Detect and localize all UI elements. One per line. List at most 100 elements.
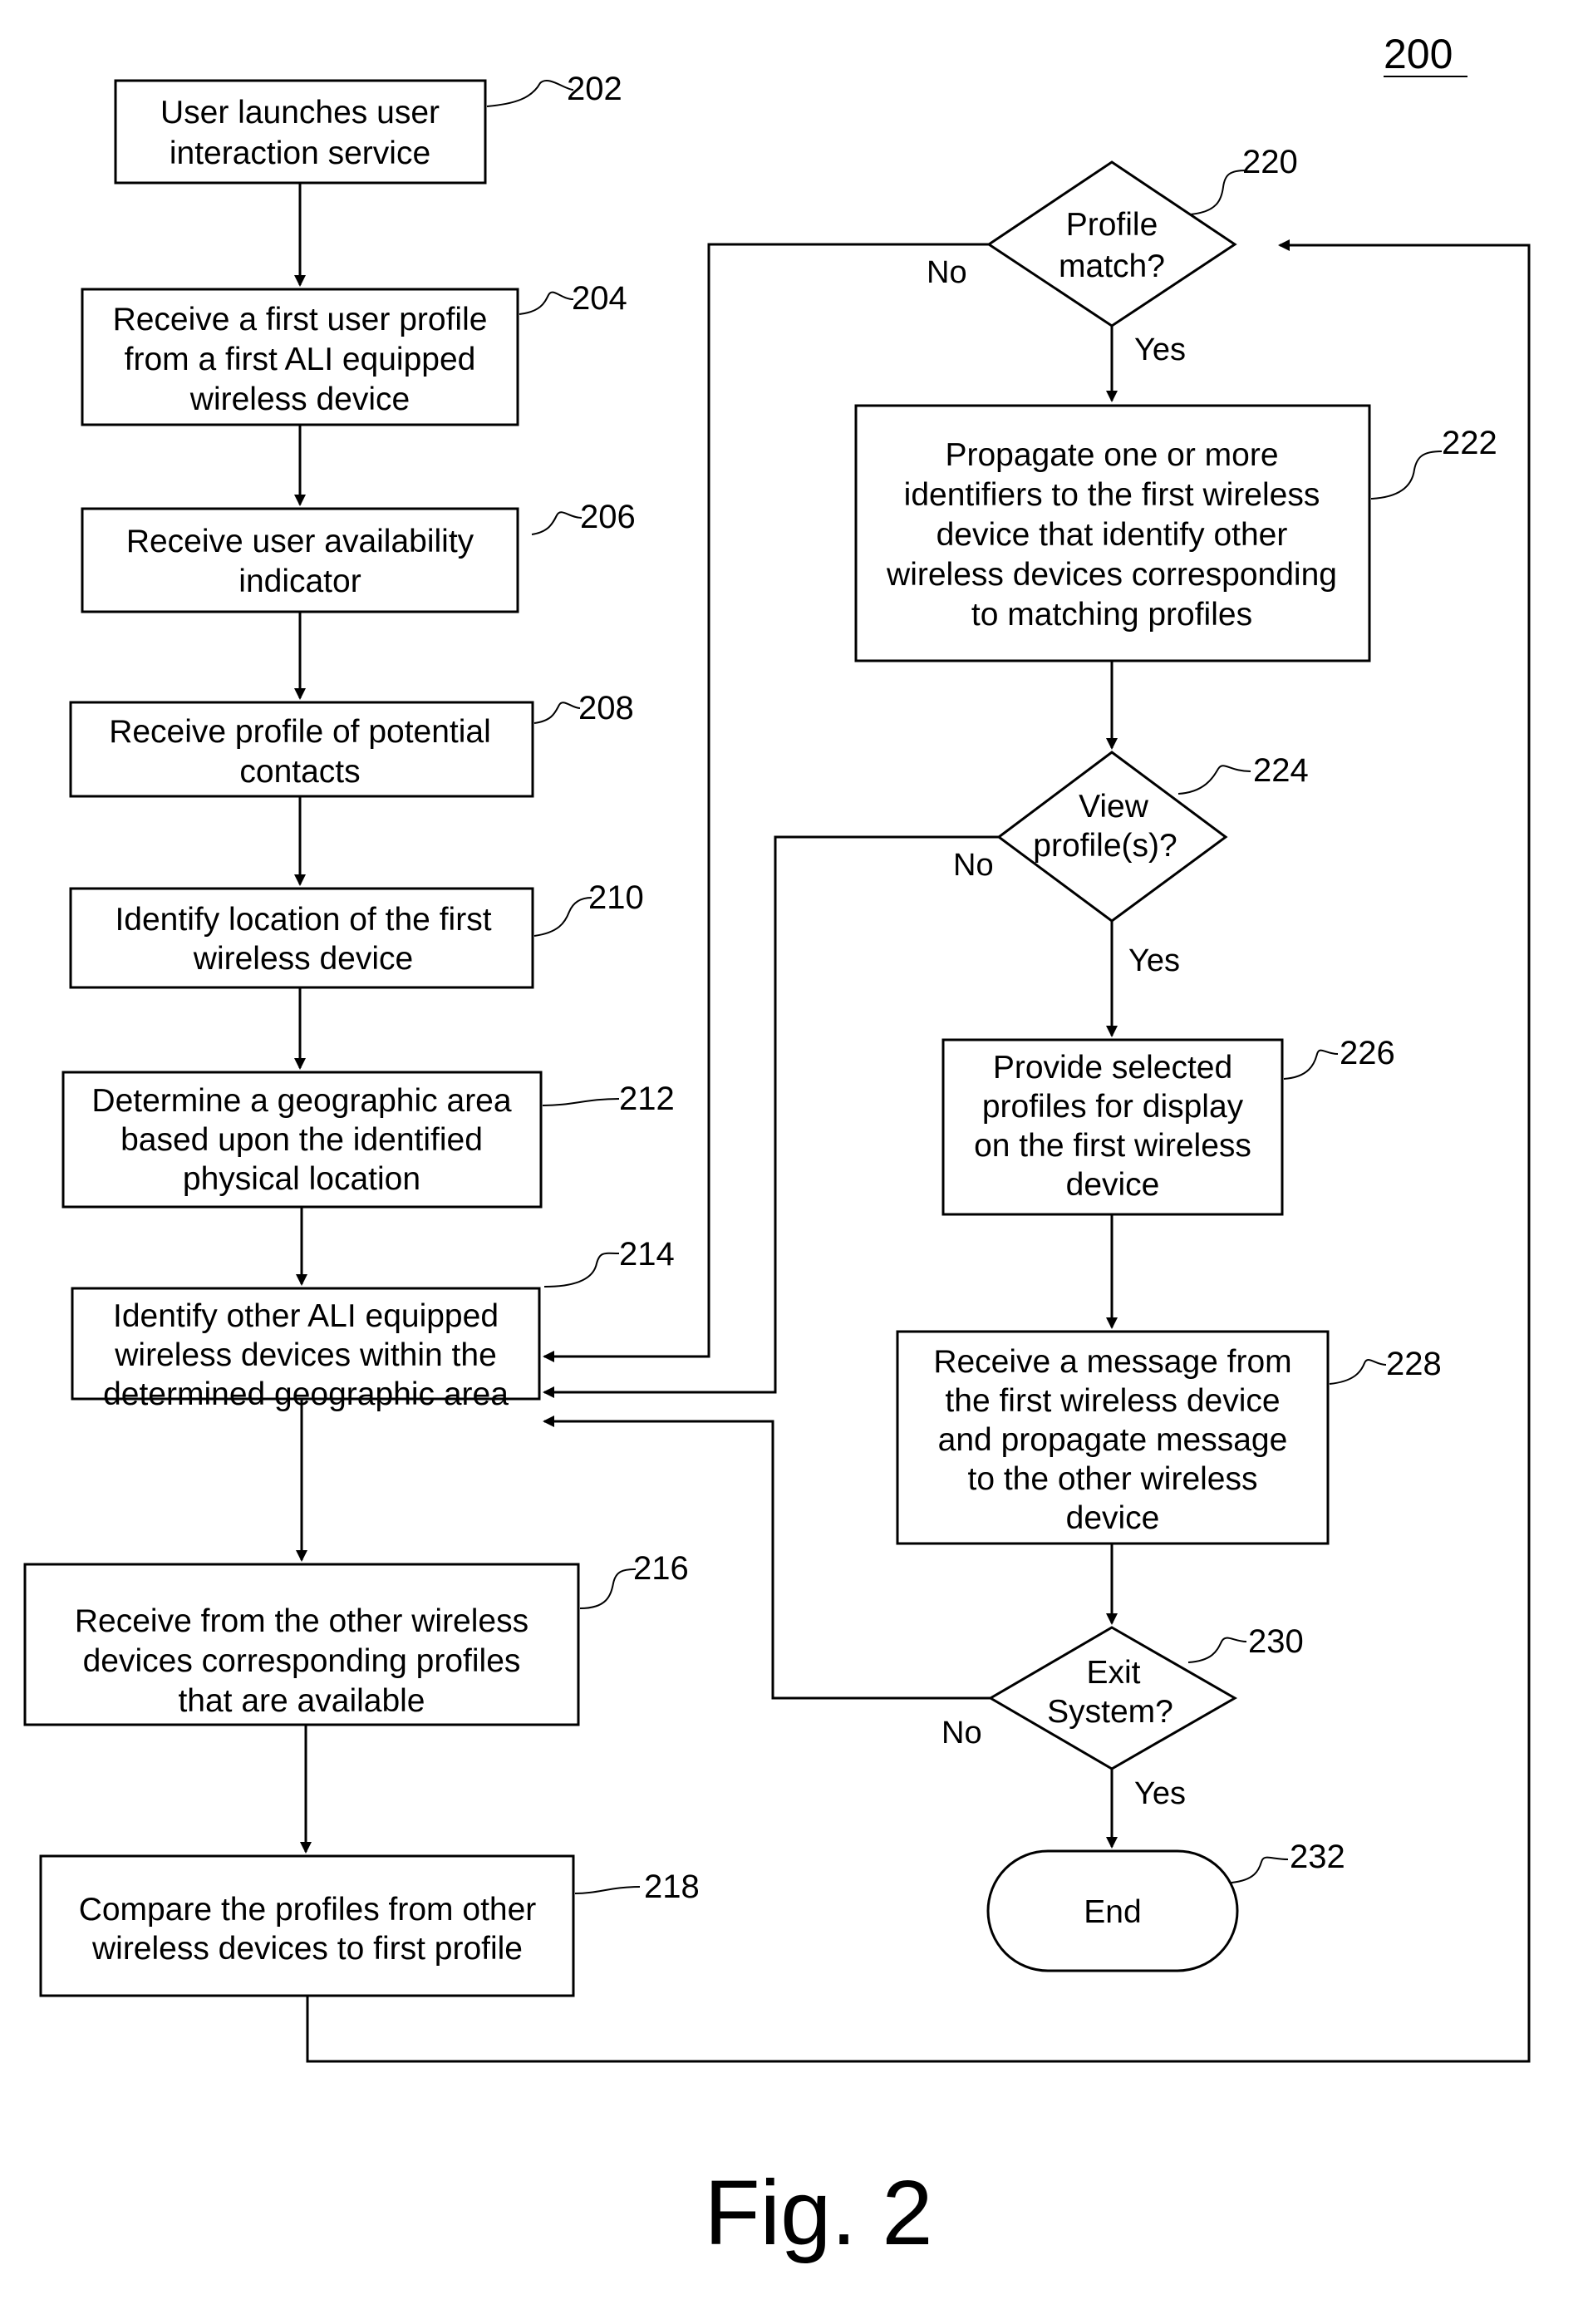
node-text: contacts (239, 754, 360, 790)
node-text: Compare the profiles from other (79, 1892, 537, 1928)
node-text: device that identify other (937, 517, 1288, 553)
leader-204 (519, 291, 574, 315)
node-text: User launches user (160, 95, 440, 130)
edge-label-yes: Yes (1128, 943, 1180, 978)
leader-206 (531, 511, 583, 535)
node-214: Identify other ALI equipped wireless dev… (71, 1287, 541, 1412)
node-204: Receive a first user profile from a firs… (81, 288, 519, 426)
leader-230 (1187, 1637, 1247, 1663)
node-text: that are available (178, 1683, 425, 1719)
leader-226 (1283, 1049, 1339, 1080)
node-226: Provide selected profiles for display on… (941, 1038, 1284, 1216)
node-232: End (986, 1849, 1239, 1972)
node-text: profiles for display (982, 1089, 1244, 1125)
node-text: End (1084, 1894, 1141, 1930)
node-text: Identify location of the first (115, 902, 491, 938)
node-text: profile(s)? (1033, 828, 1177, 864)
edge-label-no: No (927, 255, 967, 290)
node-228: Receive a message from the first wireles… (896, 1330, 1330, 1545)
ref-230: 230 (1248, 1623, 1304, 1660)
node-212: Determine a geographic area based upon t… (61, 1071, 543, 1209)
node-text: Receive a first user profile (113, 302, 488, 337)
ref-202: 202 (567, 71, 622, 107)
node-text: and propagate message (938, 1422, 1288, 1458)
diagram-number: 200 (1384, 31, 1453, 77)
node-218: Compare the profiles from other wireless… (39, 1854, 575, 1997)
node-text: Receive user availability (126, 524, 474, 559)
ref-224: 224 (1253, 752, 1309, 789)
leader-216 (579, 1568, 637, 1609)
ref-212: 212 (619, 1081, 675, 1117)
edge-label-no: No (941, 1716, 982, 1750)
figure-caption: Fig. 2 (704, 2162, 932, 2264)
node-230: Exit System? (988, 1626, 1238, 1770)
node-text: to matching profiles (971, 597, 1252, 633)
node-text: Profile (1066, 207, 1158, 243)
node-206: Receive user availability indicator (81, 507, 519, 613)
node-text: device (1066, 1167, 1160, 1203)
node-text: Exit (1086, 1655, 1140, 1691)
node-216: Receive from the other wireless devices … (23, 1563, 580, 1726)
node-text: Receive a message from (933, 1344, 1291, 1380)
node-text: Receive from the other wireless (75, 1603, 528, 1639)
node-text: determined geographic area (103, 1376, 509, 1412)
edge-label-yes: Yes (1134, 1776, 1186, 1811)
node-text: Determine a geographic area (91, 1083, 511, 1119)
leader-228 (1329, 1359, 1387, 1385)
node-text: match? (1059, 249, 1165, 284)
leader-220 (1189, 170, 1247, 215)
node-222: Propagate one or more identifiers to the… (854, 404, 1371, 662)
node-text: to the other wireless (967, 1461, 1257, 1497)
leader-212 (542, 1098, 620, 1106)
ref-232: 232 (1290, 1839, 1345, 1875)
node-text: wireless device (189, 382, 410, 417)
node-220: Profile match? (986, 160, 1237, 327)
node-text: View (1079, 789, 1149, 825)
edge-label-yes: Yes (1134, 332, 1186, 367)
leader-214 (543, 1252, 620, 1288)
ref-226: 226 (1340, 1035, 1395, 1071)
ref-214: 214 (619, 1236, 675, 1273)
node-text: devices corresponding profiles (83, 1643, 521, 1679)
ref-218: 218 (644, 1869, 700, 1905)
leader-222 (1370, 451, 1443, 500)
node-text: Receive profile of potential (109, 714, 491, 750)
node-text: Propagate one or more (945, 437, 1278, 473)
node-text: indicator (238, 564, 361, 599)
ref-228: 228 (1386, 1346, 1442, 1382)
node-224: View profile(s)? (996, 751, 1228, 923)
node-text: identifiers to the first wireless (904, 477, 1320, 513)
ref-208: 208 (578, 690, 634, 726)
ref-206: 206 (580, 499, 636, 535)
node-text: wireless devices within the (114, 1337, 497, 1373)
edge-label-no: No (953, 848, 994, 883)
leader-208 (533, 702, 581, 724)
node-text: wireless device (193, 941, 413, 977)
node-text: device (1066, 1500, 1160, 1536)
flowchart: 200 User launches user interaction servi… (23, 31, 1531, 2264)
arrow-224-no-214 (543, 835, 999, 1398)
leader-224 (1177, 765, 1251, 795)
node-208: Receive profile of potential contacts (69, 701, 534, 798)
node-text: wireless devices to first profile (91, 1931, 523, 1967)
leader-218 (574, 1886, 641, 1894)
node-text: the first wireless device (945, 1383, 1280, 1419)
node-text: interaction service (170, 135, 430, 171)
node-text: Provide selected (993, 1050, 1232, 1086)
node-210: Identify location of the first wireless … (69, 887, 534, 989)
node-text: Identify other ALI equipped (113, 1298, 499, 1334)
ref-222: 222 (1442, 425, 1497, 461)
node-text: based upon the identified (120, 1122, 483, 1158)
node-text: from a first ALI equipped (125, 342, 476, 377)
leader-232 (1231, 1856, 1289, 1883)
ref-216: 216 (633, 1550, 689, 1587)
leader-202 (486, 80, 574, 107)
leader-210 (533, 897, 592, 937)
node-text: wireless devices corresponding (886, 557, 1337, 593)
ref-210: 210 (588, 879, 644, 916)
node-text: on the first wireless (974, 1128, 1251, 1164)
ref-220: 220 (1242, 144, 1298, 180)
node-text: physical location (183, 1161, 420, 1197)
node-text: System? (1047, 1694, 1173, 1730)
node-202: User launches user interaction service (114, 79, 487, 185)
